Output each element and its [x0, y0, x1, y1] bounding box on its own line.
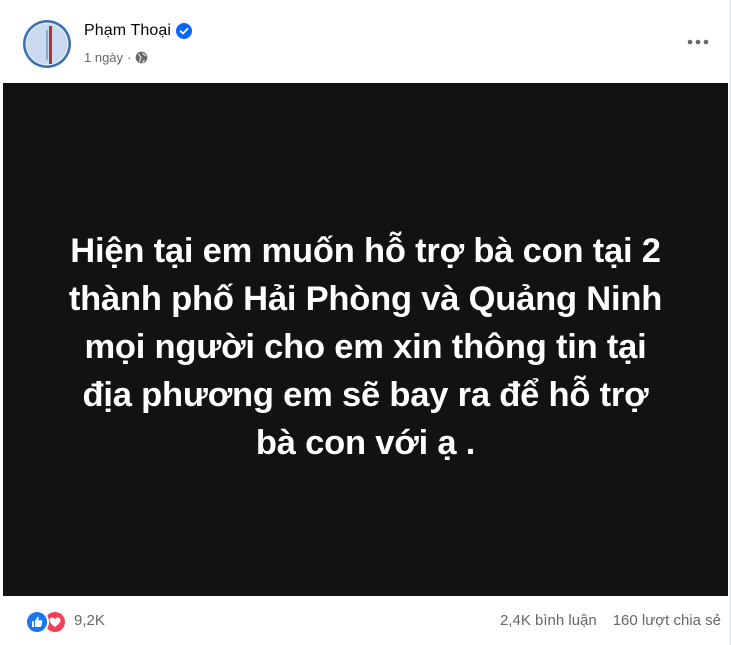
reaction-icons	[25, 609, 71, 634]
post-image-text-line: địa phương em sẽ bay ra để hỗ trợ	[82, 376, 649, 414]
verified-badge-icon	[175, 23, 192, 39]
post-stats-bar: 9,2K 2,4K bình luận 160 lượt chia sẻ	[0, 596, 731, 645]
comments-count-link[interactable]: 2,4K bình luận	[500, 612, 597, 629]
avatar-image	[23, 20, 71, 68]
post-image-text-line: Hiện tại em muốn hỗ trợ bà con tại 2	[70, 232, 661, 270]
like-icon	[25, 610, 49, 634]
post-image-text-line: mọi người cho em xin thông tin tại	[84, 328, 647, 366]
reactions-summary[interactable]: 9,2K	[25, 609, 105, 634]
post-card: Phạm Thoại 1 ngày · Hiện tại em muốn hỗ …	[0, 0, 731, 645]
author-name[interactable]: Phạm Thoại	[84, 22, 171, 40]
post-timestamp[interactable]: 1 ngày	[84, 50, 123, 65]
post-image-text-line: bà con với ạ .	[255, 424, 476, 462]
shares-count-link[interactable]: 160 lượt chia sẻ	[613, 612, 721, 629]
meta-separator: ·	[127, 49, 132, 65]
more-options-button[interactable]	[678, 24, 718, 60]
post-image[interactable]: Hiện tại em muốn hỗ trợ bà con tại 2 thà…	[3, 83, 728, 596]
author-avatar[interactable]	[23, 20, 71, 68]
post-meta: 1 ngày ·	[84, 48, 148, 66]
globe-icon	[135, 51, 148, 64]
post-header: Phạm Thoại 1 ngày ·	[0, 0, 731, 83]
author-name-row: Phạm Thoại	[84, 20, 192, 42]
post-image-text: Hiện tại em muốn hỗ trợ bà con tại 2 thà…	[16, 227, 716, 467]
more-options-icon	[687, 39, 709, 45]
engagement-counts: 2,4K bình luận 160 lượt chia sẻ	[500, 609, 721, 631]
post-image-text-line: thành phố Hải Phòng và Quảng Ninh	[68, 280, 663, 318]
reaction-count: 9,2K	[74, 611, 105, 629]
